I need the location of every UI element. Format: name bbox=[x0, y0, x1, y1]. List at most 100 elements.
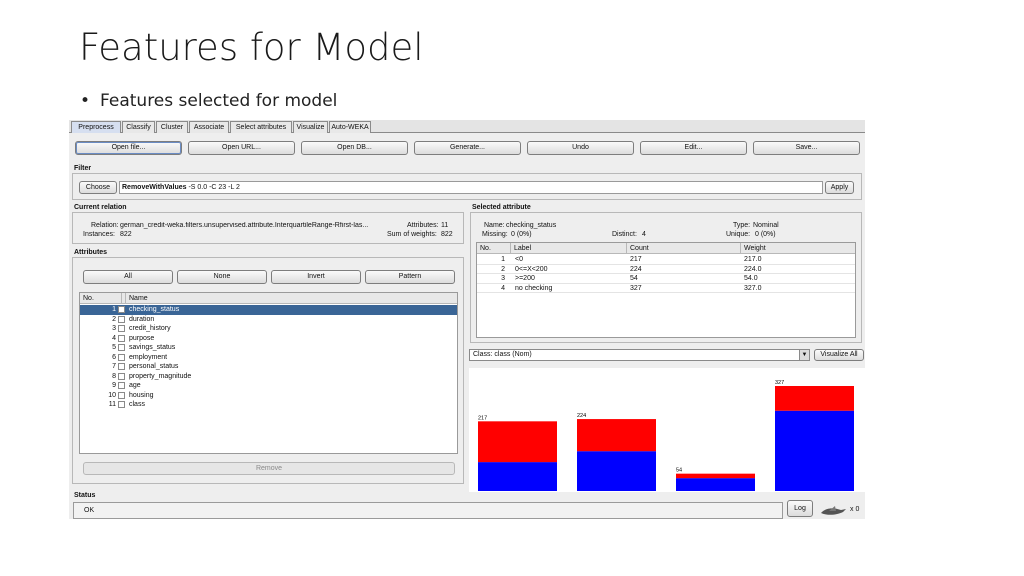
attribute-row-name: employment bbox=[129, 353, 168, 361]
current-relation-label: Current relation bbox=[74, 204, 127, 211]
col-no-header[interactable]: No. bbox=[80, 293, 122, 304]
undo-button[interactable]: Undo bbox=[527, 141, 634, 155]
status-field: OK bbox=[73, 502, 783, 519]
attribute-row[interactable]: 8 property_magnitude bbox=[80, 372, 457, 382]
all-button[interactable]: All bbox=[83, 270, 173, 284]
generate-button[interactable]: Generate... bbox=[414, 141, 521, 155]
tab-visualize[interactable]: Visualize bbox=[293, 121, 328, 133]
attributes-table: No. Name 1 checking_status 2 duration 3 credi… bbox=[79, 292, 458, 454]
chevron-down-icon[interactable]: ▼ bbox=[799, 350, 809, 360]
attribute-checkbox[interactable] bbox=[118, 363, 125, 370]
stats-col-count[interactable]: Count bbox=[627, 243, 741, 254]
tab-preprocess[interactable]: Preprocess bbox=[71, 121, 121, 133]
open-db-button[interactable]: Open DB... bbox=[301, 141, 408, 155]
stats-cell-no: 4 bbox=[501, 284, 505, 292]
attribute-row[interactable]: 5 savings_status bbox=[80, 343, 457, 353]
attribute-checkbox[interactable] bbox=[118, 306, 125, 313]
attribute-checkbox[interactable] bbox=[118, 334, 125, 342]
attribute-row-name: purpose bbox=[129, 334, 155, 342]
tab-bar: Preprocess Classify Cluster Associate Se… bbox=[69, 120, 865, 133]
attribute-row-no: 6 bbox=[112, 353, 116, 361]
attribute-row[interactable]: 7 personal_status bbox=[80, 362, 457, 372]
attribute-checkbox[interactable] bbox=[118, 401, 125, 408]
edit-button[interactable]: Edit... bbox=[640, 141, 747, 155]
tab-cluster[interactable]: Cluster bbox=[156, 121, 188, 133]
attribute-checkbox[interactable] bbox=[118, 391, 125, 399]
attribute-row[interactable]: 1 checking_status bbox=[80, 305, 457, 315]
open-file-button[interactable]: Open file... bbox=[75, 141, 182, 155]
open-url-button[interactable]: Open URL... bbox=[188, 141, 295, 155]
tab-classify[interactable]: Classify bbox=[122, 121, 155, 133]
sel-name-value: checking_status bbox=[506, 222, 557, 229]
sel-missing-label: Missing: bbox=[482, 231, 508, 238]
remove-button[interactable]: Remove bbox=[83, 462, 455, 475]
selected-attribute-label: Selected attribute bbox=[472, 204, 531, 211]
apply-button[interactable]: Apply bbox=[825, 181, 854, 194]
choose-button[interactable]: Choose bbox=[79, 181, 117, 194]
sel-unique-value: 0 (0%) bbox=[755, 231, 776, 238]
relation-value: german_credit-weka.filters.unsupervised.… bbox=[120, 222, 369, 229]
attribute-row[interactable]: 6 employment bbox=[80, 353, 457, 363]
task-count: x 0 bbox=[850, 506, 860, 513]
sel-name-label: Name: bbox=[484, 222, 505, 229]
col-name-header[interactable]: Name bbox=[126, 293, 456, 304]
stats-cell-weight: 327.0 bbox=[744, 284, 762, 292]
stats-cell-weight: 224.0 bbox=[744, 265, 762, 273]
tab-select-attributes[interactable]: Select attributes bbox=[230, 121, 292, 133]
sum-weights-value: 822 bbox=[441, 231, 453, 238]
stats-cell-no: 3 bbox=[501, 275, 505, 282]
label-stats-table: No. Label Count Weight 1 <0 217 217.0 2 0<=X<… bbox=[476, 242, 856, 338]
attribute-row[interactable]: 9 age bbox=[80, 381, 457, 391]
bullet-text: Features selected for model bbox=[100, 91, 338, 111]
save-button[interactable]: Save... bbox=[753, 141, 860, 155]
label-stats-row[interactable]: 1 <0 217 217.0 bbox=[477, 255, 855, 265]
attribute-checkbox[interactable] bbox=[118, 315, 125, 323]
filter-field[interactable]: RemoveWithValues -S 0.0 -C 23 -L 2 bbox=[119, 181, 823, 194]
attribute-row-name: class bbox=[129, 401, 145, 408]
invert-button[interactable]: Invert bbox=[271, 270, 361, 284]
stats-cell-count: 224 bbox=[630, 265, 642, 273]
bar-segment bbox=[676, 473, 755, 479]
label-stats-header: No. Label Count Weight bbox=[477, 243, 855, 254]
attribute-checkbox[interactable] bbox=[118, 372, 125, 380]
stats-cell-label: no checking bbox=[515, 284, 553, 292]
bar-total-label: 54 bbox=[676, 468, 682, 474]
relation-label: Relation: bbox=[91, 222, 119, 229]
label-stats-row[interactable]: 4 no checking 327 327.0 bbox=[477, 284, 855, 293]
visualize-all-button[interactable]: Visualize All bbox=[814, 349, 864, 361]
attribute-checkbox[interactable] bbox=[118, 325, 125, 332]
bar-segment bbox=[478, 421, 557, 463]
stats-col-label[interactable]: Label bbox=[511, 243, 627, 254]
pattern-button[interactable]: Pattern bbox=[365, 270, 455, 284]
attribute-checkbox[interactable] bbox=[118, 353, 125, 361]
attribute-row[interactable]: 4 purpose bbox=[80, 334, 457, 344]
attribute-row[interactable]: 11 class bbox=[80, 400, 457, 410]
stats-cell-label: >=200 bbox=[515, 275, 535, 282]
attribute-row-name: property_magnitude bbox=[129, 372, 192, 380]
none-button[interactable]: None bbox=[177, 270, 267, 284]
attribute-row-no: 8 bbox=[112, 372, 116, 380]
stats-col-weight[interactable]: Weight bbox=[741, 243, 855, 254]
attribute-row-no: 7 bbox=[112, 363, 116, 370]
tab-auto-weka[interactable]: Auto-WEKA bbox=[329, 121, 371, 133]
attribute-row[interactable]: 10 housing bbox=[80, 391, 457, 401]
tab-associate[interactable]: Associate bbox=[189, 121, 229, 133]
log-button[interactable]: Log bbox=[787, 500, 813, 517]
bar-segment bbox=[775, 386, 854, 411]
attribute-row[interactable]: 3 credit_history bbox=[80, 324, 457, 334]
filter-name: RemoveWithValues bbox=[122, 184, 187, 191]
stats-cell-count: 327 bbox=[630, 284, 642, 292]
label-stats-row[interactable]: 3 >=200 54 54.0 bbox=[477, 274, 855, 284]
attributes-label: Attributes bbox=[74, 249, 108, 256]
label-stats-row[interactable]: 2 0<=X<200 224 224.0 bbox=[477, 265, 855, 274]
instances-label: Instances: bbox=[83, 231, 115, 238]
attribute-checkbox[interactable] bbox=[118, 382, 125, 389]
attribute-checkbox[interactable] bbox=[118, 344, 125, 351]
filter-label: Filter bbox=[74, 165, 92, 172]
attribute-row-no: 4 bbox=[112, 334, 116, 342]
attribute-row[interactable]: 2 duration bbox=[80, 315, 457, 325]
stats-cell-count: 54 bbox=[630, 275, 638, 282]
attributes-count-value: 11 bbox=[441, 222, 449, 229]
stats-col-no[interactable]: No. bbox=[477, 243, 511, 254]
class-select[interactable]: Class: class (Nom) ▼ bbox=[469, 349, 810, 361]
